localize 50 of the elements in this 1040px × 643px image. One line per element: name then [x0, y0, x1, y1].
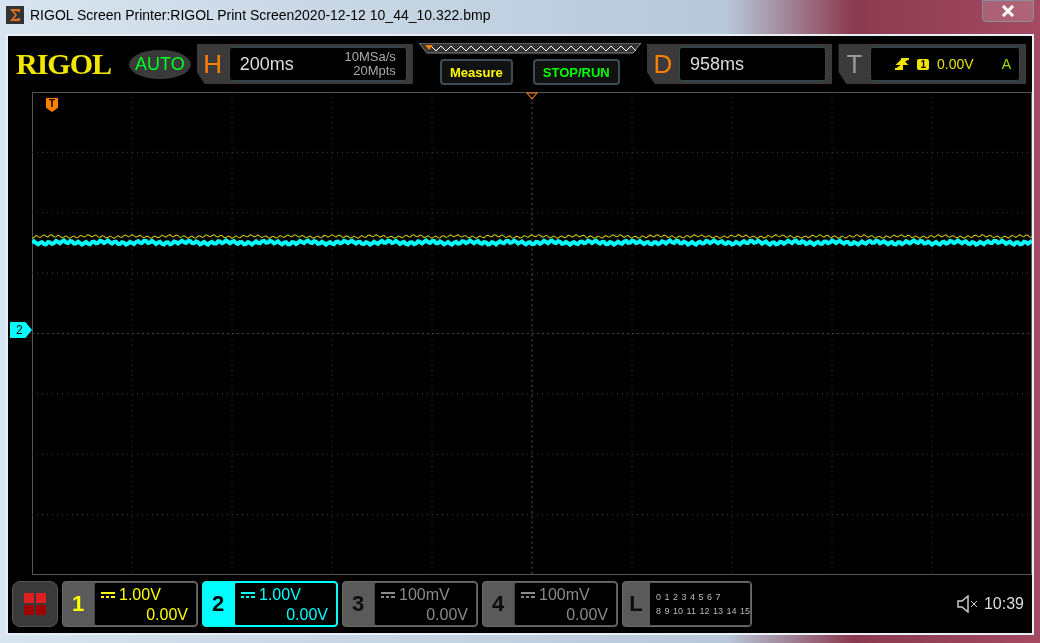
panel-label: H: [202, 48, 224, 80]
close-button[interactable]: [982, 0, 1034, 22]
rising-edge-icon: [895, 57, 910, 71]
channel-tab[interactable]: 2 1.00V 0.00V: [202, 581, 338, 627]
clock-time: 10:39: [983, 595, 1024, 613]
channel-tab[interactable]: 3 100mV 0.00V: [342, 581, 478, 627]
trigger-mode: A: [1001, 56, 1011, 72]
delay-panel[interactable]: D 958ms: [646, 44, 833, 84]
logic-label: L: [628, 590, 644, 618]
logic-tab[interactable]: L 0 1 2 3 4 5 6 7 8 9 10 11 12 13 14 15: [622, 581, 752, 627]
channel-scale: 100mV: [399, 585, 450, 605]
channel-marker[interactable]: 2: [10, 322, 32, 338]
channel-offset: 0.00V: [286, 605, 328, 625]
channel-offset: 0.00V: [566, 605, 608, 625]
brand-logo: RIGOL: [16, 47, 113, 81]
window-title: RIGOL Screen Printer:RIGOL Print Screen2020-12-12 10_44_10.322.bmp: [30, 7, 492, 23]
sample-rate: 10MSa/s: [344, 50, 396, 64]
memory-depth: 20Mpts: [353, 64, 396, 78]
channel-scale: 1.00V: [119, 585, 161, 605]
dc-coupling-icon: [381, 592, 395, 598]
close-icon: [1001, 5, 1015, 17]
logic-channels: 0 1 2 3 4 5 6 7: [656, 592, 722, 602]
timebase-value: 200ms: [239, 53, 294, 75]
channel-offset: 0.00V: [146, 605, 188, 625]
panel-label: T: [845, 48, 864, 80]
channel-scale: 1.00V: [259, 585, 301, 605]
horizontal-panel[interactable]: H 200ms 10MSa/s 20Mpts: [196, 44, 413, 84]
measure-button[interactable]: Measure: [440, 59, 513, 85]
trigger-marker: T: [46, 98, 58, 112]
run-stop-button[interactable]: STOP/RUN: [532, 59, 620, 85]
channel-tab[interactable]: 1 1.00V 0.00V: [62, 581, 198, 627]
panel-label: D: [652, 48, 674, 80]
trigger-panel[interactable]: T 1 0.00V A: [838, 44, 1026, 84]
channel-number: 3: [350, 590, 366, 618]
acquire-mode: AUTO: [129, 49, 191, 79]
menu-button[interactable]: [12, 581, 58, 627]
speaker-muted-icon[interactable]: [955, 595, 980, 613]
logic-channels: 8 9 10 11 12 13 14 15: [656, 606, 750, 616]
app-icon: [6, 6, 24, 24]
channel-offset: 0.00V: [426, 605, 468, 625]
source-badge: 1: [917, 58, 930, 70]
trigger-position-icon: [525, 92, 539, 100]
channel-scale: 100mV: [539, 585, 590, 605]
channel-number: 4: [490, 590, 506, 618]
trigger-level: 0.00V: [937, 56, 974, 72]
channel-number: 1: [70, 590, 86, 618]
channel-tab[interactable]: 4 100mV 0.00V: [482, 581, 618, 627]
delay-value: 958ms: [689, 53, 744, 75]
channel-number: 2: [210, 590, 226, 618]
dc-coupling-icon: [521, 592, 535, 598]
